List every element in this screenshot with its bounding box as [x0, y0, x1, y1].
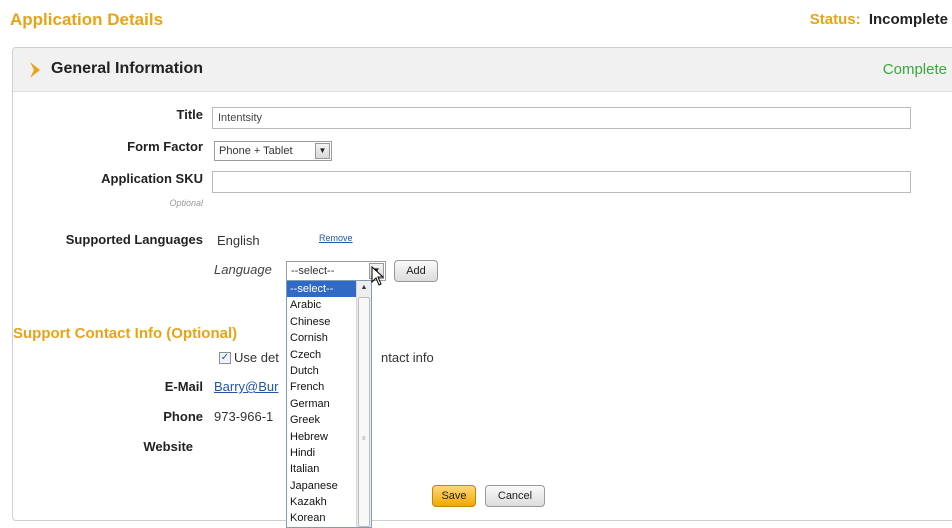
language-option[interactable]: German [287, 396, 357, 412]
form-factor-select[interactable]: Phone + Tablet ▼ [214, 141, 332, 161]
language-option[interactable]: Kazakh [287, 494, 357, 510]
language-option[interactable]: Italian [287, 461, 357, 477]
dropdown-scrollbar[interactable]: ▲ ≡ [356, 281, 371, 527]
language-option[interactable]: French [287, 379, 357, 395]
language-option[interactable]: Hindi [287, 445, 357, 461]
phone-value: 973-966-1 [214, 409, 274, 424]
language-english: English [217, 233, 260, 248]
remove-language-link[interactable]: Remove [319, 233, 353, 243]
language-option[interactable]: Japanese [287, 478, 357, 494]
page-title: Application Details [10, 10, 164, 29]
language-options: --select-- Arabic Chinese Cornish Czech Dutch… [287, 281, 357, 527]
email-label: E-Mail [164, 379, 203, 394]
chevron-right-icon [30, 62, 40, 78]
check-icon[interactable]: ✓ [219, 352, 231, 364]
language-option[interactable]: Czech [287, 347, 357, 363]
language-option[interactable]: Cornish [287, 330, 357, 346]
add-language-button[interactable]: Add [394, 260, 438, 282]
language-dropdown-list[interactable]: --select-- Arabic Chinese Cornish Czech Dutch… [286, 280, 372, 528]
status-label: Status: [809, 11, 861, 28]
status-value: Incomplete [868, 11, 948, 28]
section-title: General Information [51, 60, 204, 77]
language-option[interactable]: --select-- [287, 281, 357, 298]
use-default-label: Use det [234, 350, 279, 365]
grip-icon: ≡ [362, 436, 366, 442]
language-option[interactable]: Hebrew [287, 429, 357, 445]
use-default-label-tail: ntact info [381, 350, 434, 365]
supported-languages-label: Supported Languages [65, 232, 203, 247]
title-input[interactable] [212, 107, 911, 129]
scroll-thumb[interactable]: ≡ [358, 297, 370, 527]
form-factor-label: Form Factor [127, 139, 203, 154]
language-option[interactable]: Dutch [287, 363, 357, 379]
save-button[interactable]: Save [432, 485, 476, 507]
language-option[interactable]: Chinese [287, 314, 357, 330]
language-option[interactable]: Arabic [287, 297, 357, 313]
scroll-up-icon[interactable]: ▲ [357, 281, 371, 295]
email-value[interactable]: Barry@Bur [214, 379, 279, 394]
title-label: Title [176, 107, 204, 122]
sku-optional-note: Optional [169, 198, 203, 208]
language-option[interactable]: Greek [287, 412, 357, 428]
cancel-button[interactable]: Cancel [485, 485, 545, 507]
mouse-pointer-icon [371, 266, 385, 286]
language-select-value: --select-- [291, 265, 335, 277]
support-contact-title: Support Contact Info (Optional) [13, 325, 238, 342]
language-field-label: Language [214, 262, 272, 277]
phone-label: Phone [163, 409, 203, 424]
section-status: Complete [882, 61, 947, 78]
sku-label: Application SKU [101, 171, 203, 186]
section-header[interactable]: General Information Complete [13, 48, 952, 92]
chevron-down-icon: ▼ [315, 143, 330, 159]
sku-input[interactable] [212, 171, 911, 193]
application-status: Status: Incomplete [810, 11, 948, 28]
website-label: Website [143, 439, 193, 454]
form-factor-value: Phone + Tablet [219, 145, 293, 157]
language-option[interactable]: Korean [287, 510, 357, 526]
